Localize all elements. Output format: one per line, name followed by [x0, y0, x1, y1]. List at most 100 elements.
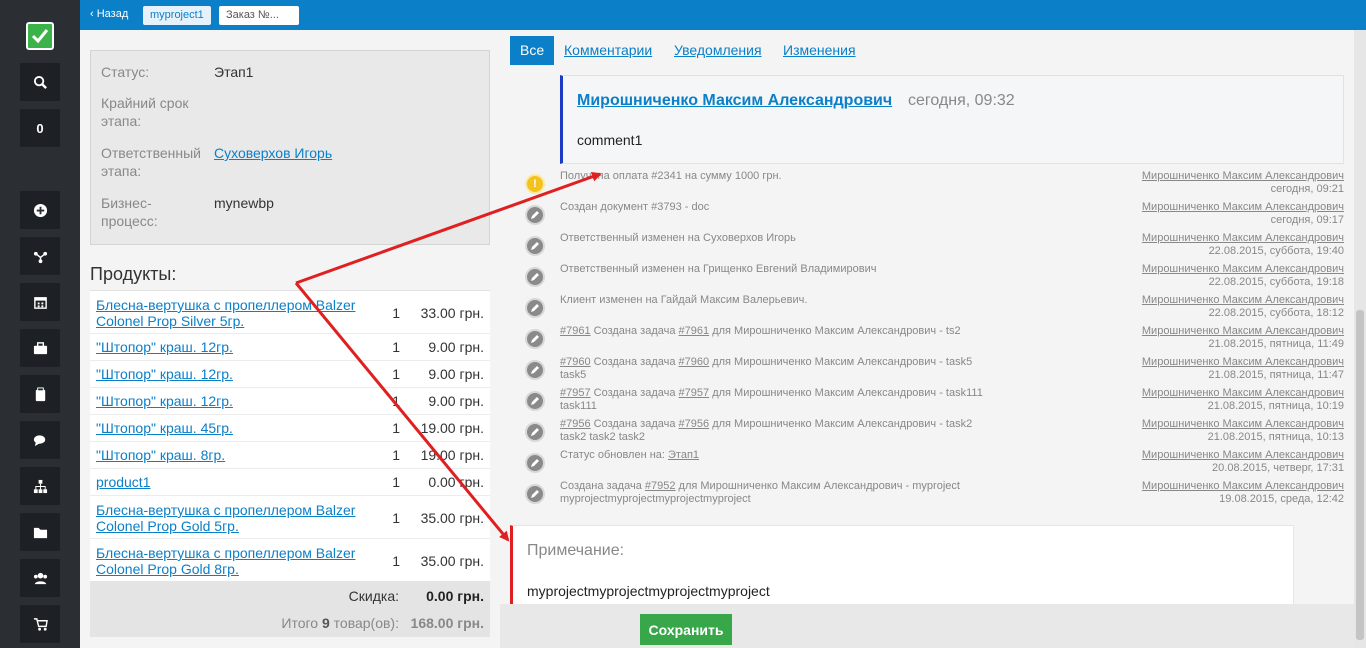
comment-author-link[interactable]: Мирошниченко Максим Александрович	[577, 92, 892, 110]
product-link[interactable]: Блесна-вертушка с пропеллером Balzer Col…	[96, 502, 381, 534]
top-bar: ‹ Назад myproject1 Заказ №...	[80, 0, 1366, 30]
activity-time: сегодня, 09:21	[1270, 183, 1344, 195]
activity-author-link[interactable]: Мирошниченко Максим Александрович	[1142, 449, 1344, 462]
activity-item: Ответственный изменен на Грищенко Евгени…	[520, 261, 1350, 292]
activity-text: Статус обновлен на: Этап1	[560, 449, 1120, 462]
pencil-icon	[525, 391, 545, 411]
product-qty: 1	[392, 447, 400, 463]
task-link[interactable]: #7956	[679, 418, 710, 430]
product-price: 19.00 грн.	[420, 420, 484, 436]
pencil-icon	[525, 360, 545, 380]
tab-notifications[interactable]: Уведомления	[674, 36, 762, 65]
warning-icon: !	[525, 174, 545, 194]
product-row: "Штопор" краш. 8гр. 1 19.00 грн.	[90, 442, 490, 469]
activity-text: #7961 Создана задача #7961 для Мирошниче…	[560, 325, 1120, 338]
total-value: 168.00 грн.	[410, 615, 484, 631]
search-icon[interactable]	[20, 63, 60, 101]
product-qty: 1	[392, 393, 400, 409]
tab-changes[interactable]: Изменения	[783, 36, 856, 65]
task-link[interactable]: #7961	[560, 325, 591, 337]
tab-comments[interactable]: Комментарии	[564, 36, 652, 65]
product-link[interactable]: "Штопор" краш. 12гр.	[96, 339, 381, 355]
sidebar: 0	[0, 0, 80, 648]
pencil-icon	[525, 453, 545, 473]
chat-icon[interactable]	[20, 421, 60, 459]
activity-author-link[interactable]: Мирошниченко Максим Александрович	[1142, 170, 1344, 183]
product-link[interactable]: "Штопор" краш. 45гр.	[96, 420, 381, 436]
activity-author-link[interactable]: Мирошниченко Максим Александрович	[1142, 201, 1344, 214]
note-text[interactable]: myprojectmyprojectmyprojectmyproject	[527, 583, 770, 599]
activity-author-link[interactable]: Мирошниченко Максим Александрович	[1142, 418, 1344, 431]
briefcase-icon[interactable]	[20, 329, 60, 367]
folder-icon[interactable]	[20, 513, 60, 551]
scrollbar-thumb[interactable]	[1356, 310, 1364, 640]
product-link[interactable]: product1	[96, 474, 381, 490]
save-button[interactable]: Сохранить	[640, 614, 732, 645]
product-link[interactable]: Блесна-вертушка с пропеллером Balzer Col…	[96, 297, 381, 329]
task-link[interactable]: #7960	[560, 356, 591, 368]
branch-icon[interactable]	[20, 237, 60, 275]
product-price: 19.00 грн.	[420, 447, 484, 463]
activity-time: 21.08.2015, пятница, 10:13	[1207, 431, 1344, 443]
activity-author-link[interactable]: Мирошниченко Максим Александрович	[1142, 480, 1344, 493]
product-row: "Штопор" краш. 12гр. 1 9.00 грн.	[90, 334, 490, 361]
product-row: Блесна-вертушка с пропеллером Balzer Col…	[90, 539, 490, 582]
product-price: 9.00 грн.	[428, 339, 484, 355]
users-icon[interactable]	[20, 559, 60, 597]
task-link[interactable]: #7957	[560, 387, 591, 399]
stage-link[interactable]: Этап1	[668, 449, 699, 461]
activity-item: Клиент изменен на Гайдай Максим Валерьев…	[520, 292, 1350, 323]
breadcrumb-project[interactable]: myproject1	[143, 6, 211, 25]
process-label: Бизнес-процесс:	[101, 195, 158, 229]
deal-info-panel: Статус: Этап1 Крайний срок этапа: Ответс…	[90, 50, 490, 245]
activity-author-link[interactable]: Мирошниченко Максим Александрович	[1142, 232, 1344, 245]
activity-time: сегодня, 09:17	[1270, 214, 1344, 226]
activity-author-link[interactable]: Мирошниченко Максим Александрович	[1142, 294, 1344, 307]
activity-author-link[interactable]: Мирошниченко Максим Александрович	[1142, 356, 1344, 369]
activity-author-link[interactable]: Мирошниченко Максим Александрович	[1142, 263, 1344, 276]
activity-author-link[interactable]: Мирошниченко Максим Александрович	[1142, 387, 1344, 400]
task-link[interactable]: #7961	[679, 325, 710, 337]
activity-text: #7956 Создана задача #7956 для Мирошниче…	[560, 418, 980, 444]
calendar-icon[interactable]	[20, 283, 60, 321]
activity-text-mid: Создана задача	[590, 387, 679, 399]
plus-circle-icon[interactable]	[20, 191, 60, 229]
product-row: "Штопор" краш. 12гр. 1 9.00 грн.	[90, 388, 490, 415]
activity-author-link[interactable]: Мирошниченко Максим Александрович	[1142, 325, 1344, 338]
product-link[interactable]: "Штопор" краш. 8гр.	[96, 447, 381, 463]
activity-text: Получена оплата #2341 на сумму 1000 грн.	[560, 170, 782, 182]
activity-time: 21.08.2015, пятница, 11:47	[1208, 369, 1344, 381]
product-qty: 1	[392, 510, 400, 526]
clipboard-icon[interactable]	[20, 375, 60, 413]
responsible-link[interactable]: Суховерхов Игорь	[214, 144, 332, 162]
task-link[interactable]: #7957	[679, 387, 710, 399]
back-link[interactable]: ‹ Назад	[90, 8, 128, 20]
tab-all[interactable]: Все	[510, 36, 555, 65]
product-link[interactable]: "Штопор" краш. 12гр.	[96, 366, 381, 382]
task-link[interactable]: #7960	[679, 356, 710, 368]
task-link[interactable]: #7952	[645, 480, 676, 492]
product-link[interactable]: "Штопор" краш. 12гр.	[96, 393, 381, 409]
sitemap-icon[interactable]	[20, 467, 60, 505]
product-link[interactable]: Блесна-вертушка с пропеллером Balzer Col…	[96, 545, 381, 577]
activity-item: #7956 Создана задача #7956 для Мирошниче…	[520, 416, 1350, 447]
breadcrumb-order[interactable]: Заказ №...	[219, 6, 299, 25]
activity-text: Клиент изменен на Гайдай Максим Валерьев…	[560, 294, 808, 306]
total-label: Итого 9 товар(ов):	[281, 615, 399, 631]
pencil-icon	[525, 298, 545, 318]
discount-label: Скидка:	[348, 588, 399, 604]
vertical-scrollbar[interactable]	[1354, 30, 1366, 648]
product-qty: 1	[392, 420, 400, 436]
responsible-label: Ответственный этапа:	[101, 145, 201, 179]
checkbox-icon[interactable]	[26, 22, 54, 50]
product-row: "Штопор" краш. 45гр. 1 19.00 грн.	[90, 415, 490, 442]
product-qty: 1	[392, 339, 400, 355]
cart-icon[interactable]	[20, 605, 60, 643]
notification-counter[interactable]: 0	[20, 109, 60, 147]
counter-value: 0	[36, 120, 44, 136]
activity-item: ! Получена оплата #2341 на сумму 1000 гр…	[520, 168, 1350, 199]
task-link[interactable]: #7956	[560, 418, 591, 430]
pencil-icon	[525, 422, 545, 442]
activity-text: #7960 Создана задача #7960 для Мирошниче…	[560, 356, 980, 382]
deadline-label: Крайний срок этапа:	[101, 95, 189, 129]
